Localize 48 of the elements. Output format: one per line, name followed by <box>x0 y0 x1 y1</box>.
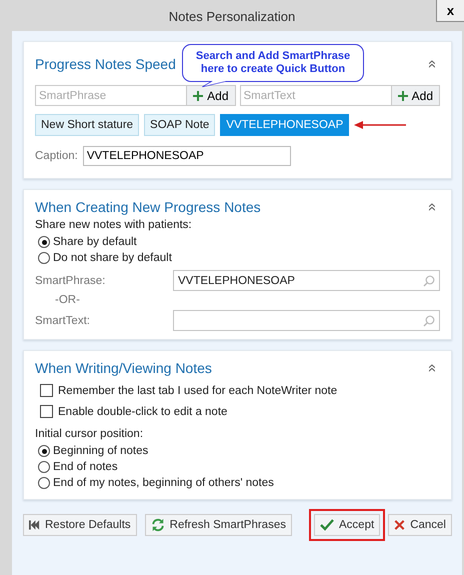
close-button[interactable]: x <box>436 0 464 22</box>
refresh-icon <box>150 518 165 532</box>
radio-button[interactable] <box>38 236 50 248</box>
radio-option[interactable]: Beginning of notes <box>38 443 440 459</box>
radio-option[interactable]: End of notes <box>38 459 440 475</box>
add-button[interactable]: Add <box>390 85 440 106</box>
radio-option[interactable]: Do not share by default <box>38 250 440 266</box>
collapse-button[interactable]: « <box>426 57 440 71</box>
skip-back-icon <box>29 520 40 530</box>
add-button[interactable]: Add <box>186 85 236 106</box>
checkbox[interactable] <box>40 405 53 418</box>
check-icon <box>320 518 334 532</box>
radio-button[interactable] <box>38 477 50 489</box>
window-title: Notes Personalization <box>168 8 296 24</box>
radio-button[interactable] <box>38 445 50 457</box>
radio-button[interactable] <box>38 461 50 473</box>
or-label: -OR- <box>55 294 81 306</box>
cursor-label: Initial cursor position: <box>35 428 144 440</box>
search-icon <box>423 274 435 286</box>
section-title: Progress Notes Speed <box>35 56 176 72</box>
refresh-button[interactable]: Refresh SmartPhrases <box>144 514 292 536</box>
search-icon <box>423 314 435 326</box>
section-title: When Creating New Progress Notes <box>35 199 261 215</box>
plus-icon <box>398 90 408 100</box>
quick-button[interactable]: New Short stature <box>35 114 140 136</box>
restore-button[interactable]: Restore Defaults <box>23 514 137 536</box>
search-field[interactable]: VVTELEPHONESOAP <box>173 270 440 291</box>
caption-field[interactable]: VVTELEPHONESOAP <box>82 146 291 166</box>
close-icon <box>394 520 406 530</box>
collapse-button[interactable]: « <box>426 361 440 375</box>
smarttext-label: SmartText: <box>35 314 91 326</box>
quick-button[interactable]: SOAP Note <box>144 114 216 136</box>
plus-icon <box>193 90 204 100</box>
smartphrase-label: SmartPhrase: <box>35 274 106 286</box>
section-title: When Writing/Viewing Notes <box>35 360 212 376</box>
radio-option[interactable]: Share by default <box>38 234 440 250</box>
collapse-button[interactable]: « <box>426 200 440 214</box>
checkbox-option[interactable]: Remember the last tab I used for each NoteWriter note <box>40 380 440 401</box>
radio-button[interactable] <box>38 252 50 264</box>
arrow-icon <box>354 120 406 130</box>
radio-option[interactable]: End of my notes, beginning of others' notes <box>38 475 440 491</box>
cancel-button[interactable]: Cancel <box>388 514 452 536</box>
text-field[interactable]: SmartText <box>240 85 391 106</box>
checkbox-option[interactable]: Enable double-click to edit a note <box>40 401 440 422</box>
text-field[interactable]: SmartPhrase <box>35 85 186 106</box>
caption-label: Caption: <box>35 150 78 162</box>
share-label: Share new notes with patients: <box>35 219 193 231</box>
checkbox[interactable] <box>40 384 53 397</box>
